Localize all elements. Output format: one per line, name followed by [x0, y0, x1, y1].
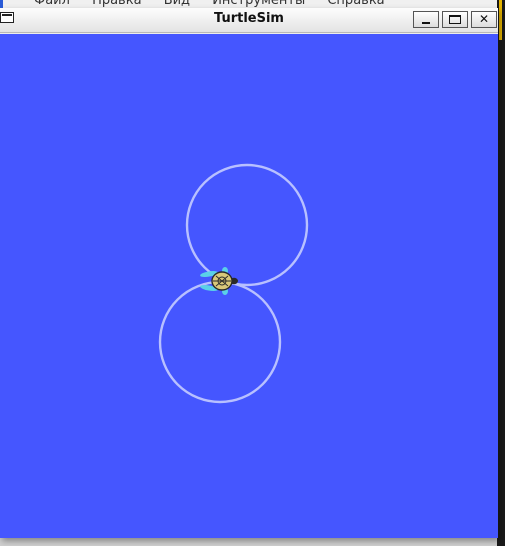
menu-file[interactable]: Файл — [34, 0, 70, 8]
maximize-button[interactable] — [442, 11, 468, 28]
menu-help[interactable]: Справка — [327, 0, 384, 8]
turtle-canvas — [0, 34, 498, 538]
background-window-edge — [497, 0, 505, 546]
minimize-icon — [422, 22, 430, 24]
background-stripe — [499, 0, 502, 40]
upper-circle-trail — [185, 163, 309, 287]
menu-tools[interactable]: Инструменты — [212, 0, 305, 8]
close-button[interactable]: ✕ — [471, 11, 497, 28]
background-app-menu: Файл Правка Вид Инструменты Справка — [34, 0, 401, 8]
minimize-button[interactable] — [413, 11, 439, 28]
menu-edit[interactable]: Правка — [92, 0, 141, 8]
close-icon: ✕ — [478, 12, 490, 26]
menu-view[interactable]: Вид — [164, 0, 190, 8]
title-bar[interactable]: TurtleSim ✕ — [0, 8, 498, 33]
drawing-surface — [158, 163, 309, 404]
turtle-icon — [200, 267, 238, 295]
lower-circle-trail — [158, 280, 282, 404]
maximize-icon — [449, 15, 461, 24]
turtlesim-window: TurtleSim ✕ — [0, 8, 498, 538]
screen: Файл Правка Вид Инструменты Справка Turt… — [0, 0, 505, 546]
